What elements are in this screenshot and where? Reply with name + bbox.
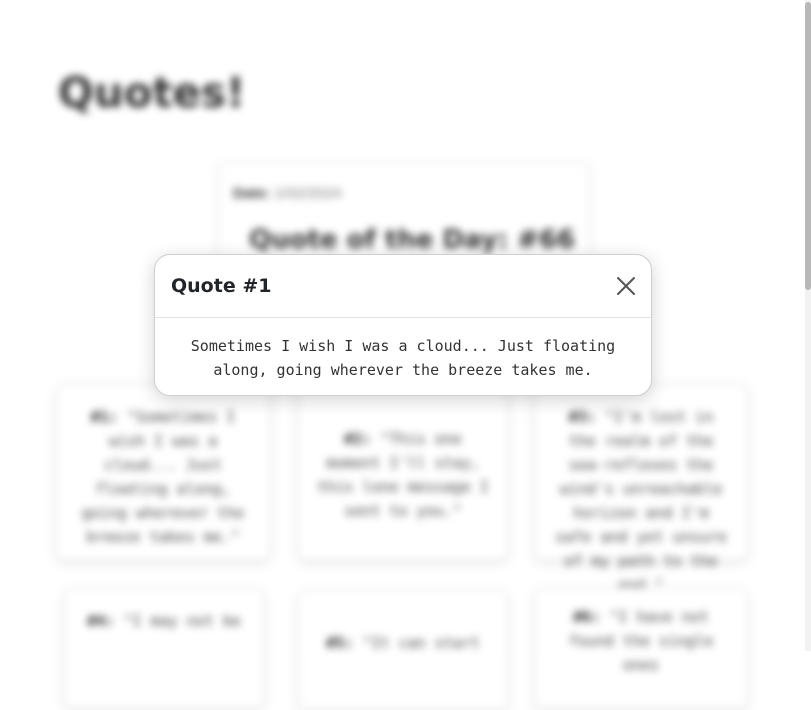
qotd-date-value: 1/02/2024 bbox=[274, 185, 342, 202]
quote-card-text: "I may not be bbox=[123, 612, 241, 630]
quote-modal: Quote #1 Sometimes I wish I was a cloud.… bbox=[154, 254, 652, 396]
qotd-date-label: Date: bbox=[233, 185, 271, 202]
quote-card[interactable]: #4: "I may not be bbox=[64, 588, 264, 708]
quote-card[interactable]: #5: "It can start bbox=[298, 590, 508, 710]
quote-card-number: #1: bbox=[90, 408, 118, 426]
quote-card-number: #3: bbox=[568, 408, 596, 426]
vertical-scrollbar[interactable] bbox=[805, 0, 811, 651]
modal-body: Sometimes I wish I was a cloud... Just f… bbox=[190, 337, 616, 379]
quote-card[interactable]: #3: "I'm lost in the realm of the sea-re… bbox=[534, 384, 748, 594]
quote-card[interactable]: #1: "Sometimes I wish I was a cloud... J… bbox=[56, 384, 270, 560]
quote-card-text: "Sometimes I wish I was a cloud... Just … bbox=[81, 408, 245, 546]
quote-card-text: "This one moment I'll stay, this lone me… bbox=[317, 430, 489, 520]
quote-card-number: #4: bbox=[87, 612, 115, 630]
quote-card-text: "I'm lost in the realm of the sea-reflex… bbox=[555, 408, 727, 594]
modal-header: Quote #1 bbox=[155, 255, 651, 318]
scrollbar-thumb[interactable] bbox=[805, 2, 811, 290]
modal-close-button[interactable] bbox=[613, 273, 639, 299]
page-title: Quotes! bbox=[58, 68, 246, 117]
qotd-title: Quote of the Day: #66 bbox=[249, 225, 576, 255]
quote-card-text: "It can start bbox=[362, 634, 480, 652]
quote-card-number: #2: bbox=[344, 430, 372, 448]
qotd-date: Date: 1/02/2024 bbox=[233, 185, 341, 202]
quote-card-number: #6: bbox=[573, 608, 601, 626]
modal-title: Quote #1 bbox=[171, 275, 272, 297]
quote-card-number: #5: bbox=[326, 634, 354, 652]
quote-card[interactable]: #2: "This one moment I'll stay, this lon… bbox=[298, 384, 508, 560]
close-icon bbox=[617, 277, 635, 295]
quote-card[interactable]: #6: "I have not found the single ones bbox=[534, 588, 748, 708]
